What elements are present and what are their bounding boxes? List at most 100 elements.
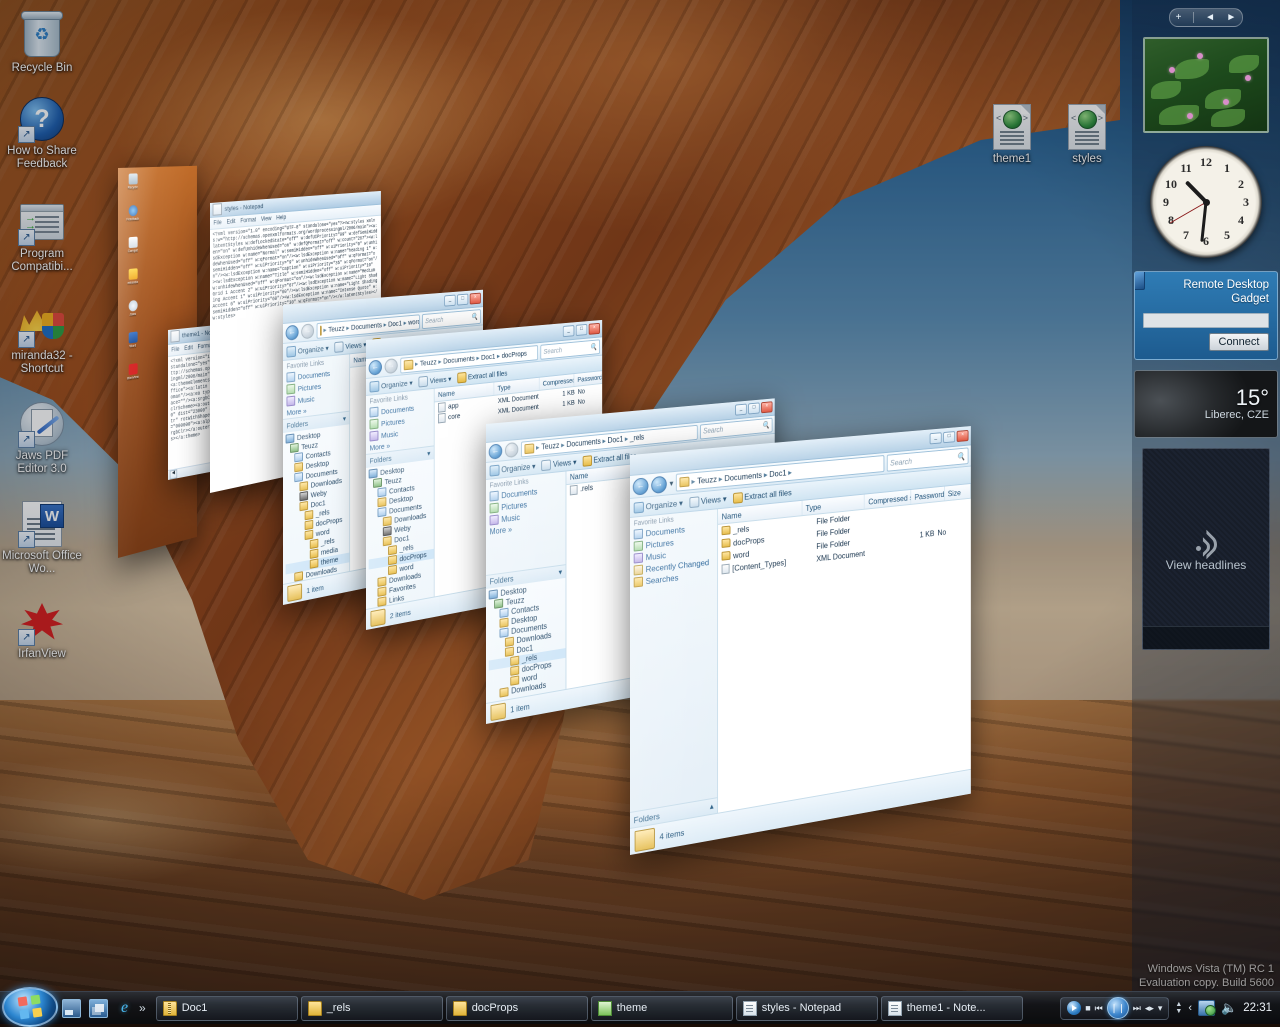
extract-all-files-button[interactable]: Extract all files <box>732 487 792 504</box>
volume-icon[interactable]: 🔈 <box>1221 1000 1237 1016</box>
start-button[interactable] <box>2 987 58 1027</box>
breadcrumb-item[interactable]: Documents <box>724 470 762 483</box>
menu-view[interactable]: View <box>261 216 271 223</box>
back-button[interactable]: ← <box>285 324 299 341</box>
windows-sidebar[interactable]: + ◄ ► 12 1 2 3 4 5 6 7 8 9 10 11 Remote … <box>1132 0 1280 1024</box>
navigation-pane[interactable]: Favorite Links Documents Pictures Music … <box>283 354 351 587</box>
gadget-slideshow[interactable] <box>1143 37 1269 133</box>
back-button[interactable]: ← <box>632 476 649 496</box>
maximize-button[interactable]: □ <box>575 323 588 337</box>
gadget-remote-desktop[interactable]: Remote Desktop Gadget Connect <box>1134 271 1278 360</box>
notification-area[interactable]: ■ ⏮ ❘❘ ⏭ ◂▸ ▾ ▲ ▼ ‹ 🔈 22:31 <box>1060 996 1280 1020</box>
minimize-button[interactable]: _ <box>735 403 747 416</box>
internet-explorer-icon[interactable]: e <box>116 999 133 1017</box>
connect-button[interactable]: Connect <box>1209 333 1269 351</box>
history-dropdown-icon[interactable]: ▾ <box>669 478 673 489</box>
organize-button[interactable]: Organize ▾ <box>489 460 536 477</box>
navigation-pane[interactable]: Favorite Links Documents Pictures Music … <box>366 388 435 622</box>
remote-host-input[interactable] <box>1143 313 1269 328</box>
gadget-weather[interactable]: 15° Liberec, CZE <box>1134 370 1278 438</box>
taskbar-button-theme[interactable]: theme <box>590 995 733 1021</box>
maximize-button[interactable]: □ <box>943 431 956 444</box>
stop-button[interactable]: ■ <box>1085 1003 1090 1013</box>
media-player-toolbar[interactable]: ■ ⏮ ❘❘ ⏭ ◂▸ ▾ <box>1060 996 1170 1020</box>
breadcrumb-item[interactable]: Teuzz <box>697 474 717 486</box>
gadget-clock[interactable]: 12 1 2 3 4 5 6 7 8 9 10 11 <box>1143 143 1269 261</box>
menu-edit[interactable]: Edit <box>184 345 192 352</box>
file-list[interactable]: Name Type Compressed size Password ... S… <box>718 483 971 813</box>
breadcrumb-item[interactable]: Doc1 <box>769 468 786 479</box>
breadcrumb-item[interactable]: Documents <box>351 320 382 331</box>
folder-tree[interactable]: Desktop Teuzz Contacts Desktop Documents… <box>283 424 350 587</box>
breadcrumb-item[interactable]: Teuzz <box>328 324 344 334</box>
back-button[interactable]: ← <box>488 443 503 460</box>
taskbar-button-theme1-notepad[interactable]: theme1 - Note... <box>880 995 1023 1021</box>
breadcrumb-item[interactable]: Teuzz <box>541 441 559 452</box>
previous-track-button[interactable]: ⏮ <box>1095 1003 1103 1014</box>
navigation-pane[interactable]: Favorite Links Documents Pictures Music … <box>486 471 567 703</box>
views-button[interactable]: Views ▾ <box>418 373 451 388</box>
taskbar-button-styles-notepad[interactable]: styles - Notepad <box>735 995 878 1021</box>
task-button-area[interactable]: Doc1 _rels docProps theme styles - Notep… <box>155 995 1061 1021</box>
folder-tree[interactable]: Desktop Teuzz Contacts Desktop Documents… <box>486 577 566 703</box>
menu-format[interactable]: Format <box>240 217 256 224</box>
breadcrumb-item[interactable]: word <box>408 317 420 327</box>
toolbar-resize-handle[interactable]: ▲ ▼ <box>1175 1001 1182 1015</box>
quick-launch-overflow[interactable]: » <box>139 1001 146 1015</box>
sidebar-controls[interactable]: + ◄ ► <box>1169 8 1243 27</box>
next-track-button[interactable]: ⏭ <box>1133 1003 1141 1014</box>
forward-button[interactable]: → <box>384 358 398 375</box>
mute-button[interactable]: ◂▸ <box>1145 1003 1154 1014</box>
flip3d-window-doc1-explorer-front[interactable]: _ □ × ← → ▾ ▸ Teuzz ▸ Documents ▸ Doc1 ▸ Se… <box>630 426 971 855</box>
organize-button[interactable]: Organize ▾ <box>633 497 683 514</box>
gadget-feed-headlines[interactable]: View headlines <box>1142 448 1270 650</box>
maximize-button[interactable]: □ <box>748 402 760 415</box>
pause-button[interactable]: ❘❘ <box>1106 997 1129 1019</box>
taskbar-button-rels[interactable]: _rels <box>300 995 443 1021</box>
minimize-button[interactable]: _ <box>562 325 575 338</box>
breadcrumb-item[interactable]: Doc1 <box>388 319 402 329</box>
breadcrumb-item[interactable]: Doc1 <box>481 352 495 362</box>
close-button[interactable]: × <box>588 322 600 335</box>
breadcrumb-item[interactable]: Documents <box>566 437 600 449</box>
taskbar-button-docprops[interactable]: docProps <box>445 995 588 1021</box>
breadcrumb-item[interactable]: _rels <box>630 433 644 443</box>
close-button[interactable]: × <box>469 292 481 305</box>
breadcrumb-item[interactable]: Teuzz <box>420 357 437 367</box>
breadcrumb-item[interactable]: docProps <box>502 349 527 360</box>
taskbar-button-doc1[interactable]: Doc1 <box>155 995 298 1021</box>
minimize-button[interactable]: _ <box>929 432 942 445</box>
add-gadget-button[interactable]: + <box>1176 12 1182 23</box>
organize-button[interactable]: Organize ▾ <box>369 377 413 393</box>
close-button[interactable]: × <box>956 429 969 443</box>
extract-all-files-button[interactable]: Extract all files <box>457 367 507 384</box>
forward-button[interactable]: → <box>504 441 519 459</box>
forward-button[interactable]: → <box>651 475 667 494</box>
back-button[interactable]: ← <box>368 359 382 376</box>
menu-edit[interactable]: Edit <box>227 218 236 225</box>
taskbar-clock[interactable]: 22:31 <box>1243 1002 1272 1014</box>
previous-gadget-button[interactable]: ◄ <box>1205 12 1215 23</box>
show-hidden-icons-button[interactable]: ‹ <box>1188 1002 1192 1014</box>
menu-help[interactable]: Help <box>276 214 286 221</box>
forward-button[interactable]: → <box>301 323 315 340</box>
navigation-pane[interactable]: Favorite Links Documents Pictures Music … <box>630 509 719 828</box>
maximize-button[interactable]: □ <box>457 293 469 306</box>
quick-launch-bar[interactable]: e » <box>62 998 146 1018</box>
minimize-button[interactable]: _ <box>444 294 456 307</box>
views-button[interactable]: Views ▾ <box>334 339 366 353</box>
taskbar[interactable]: e » Doc1 _rels docProps theme styles - N… <box>0 987 1280 1027</box>
flip3d-window-stack[interactable]: Recycle Feedback Compat miranda Jaws Wor… <box>0 0 1280 1024</box>
next-gadget-button[interactable]: ► <box>1226 12 1236 23</box>
menu-file[interactable]: File <box>171 346 179 353</box>
menu-file[interactable]: File <box>213 220 221 227</box>
breadcrumb-item[interactable]: Documents <box>443 354 475 366</box>
view-headlines-label[interactable]: View headlines <box>1166 558 1247 572</box>
views-button[interactable]: Views ▾ <box>689 493 727 508</box>
show-desktop-icon[interactable] <box>62 998 81 1018</box>
views-button[interactable]: Views ▾ <box>541 456 576 471</box>
switch-windows-icon[interactable] <box>89 998 108 1018</box>
breadcrumb-item[interactable]: Doc1 <box>608 435 624 445</box>
organize-button[interactable]: Organize ▾ <box>286 342 329 358</box>
network-icon[interactable] <box>1198 1000 1217 1016</box>
